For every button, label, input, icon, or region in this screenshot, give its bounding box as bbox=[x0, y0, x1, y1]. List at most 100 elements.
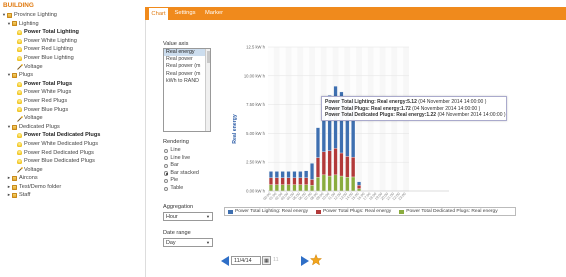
tooltip-line: Power Total Dedicated Plugs: Real energy… bbox=[325, 112, 506, 119]
radio-button[interactable] bbox=[164, 178, 169, 184]
scroll-thumb[interactable] bbox=[207, 51, 210, 63]
tree-node-label: Power Blue Dedicated Plugs bbox=[24, 158, 95, 165]
chart-tooltip: Power Total Lighting: Real energy:5.12 (… bbox=[321, 96, 507, 121]
tree-node-label: Lighting bbox=[19, 20, 39, 27]
tab-settings[interactable]: Settings bbox=[171, 7, 199, 20]
tree-node[interactable]: ▼ Province Lighting bbox=[0, 11, 142, 20]
value-axis-label: Value axis bbox=[163, 41, 189, 47]
radio-button[interactable] bbox=[164, 171, 169, 176]
tree-node[interactable]: Power Red Plugs bbox=[0, 97, 142, 106]
tooltip-line: Power Total Plugs: Real energy:1.72 (04 … bbox=[325, 105, 481, 112]
expand-down-icon[interactable]: ▼ bbox=[7, 71, 11, 80]
tree-node-label: Power Blue Lighting bbox=[24, 54, 74, 61]
tree-node[interactable]: ▼ Dedicated Plugs bbox=[0, 123, 142, 132]
value-axis-option[interactable]: kWh to RAND bbox=[164, 78, 210, 85]
tree-node[interactable]: Power Blue Dedicated Plugs bbox=[0, 157, 142, 166]
bar-segment bbox=[298, 171, 303, 178]
legend-entry[interactable]: Power Total Dedicated Plugs: Real energy bbox=[399, 209, 498, 214]
value-axis-option[interactable]: Real power (m bbox=[164, 71, 210, 78]
radio-button[interactable] bbox=[164, 156, 169, 161]
tree-node[interactable]: Power Total Plugs bbox=[0, 80, 142, 89]
tree-node[interactable]: Voltage bbox=[0, 166, 142, 175]
date-suffix: 11 bbox=[273, 257, 279, 263]
value-axis-option[interactable]: Real power bbox=[164, 56, 210, 63]
voltage-icon bbox=[17, 167, 23, 174]
tab-bar: Chart Settings Marker bbox=[145, 7, 566, 20]
tree-node[interactable]: ► Staff bbox=[0, 191, 142, 200]
rendering-radio[interactable]: Bar stacked bbox=[164, 170, 199, 177]
chevron-down-icon: ▼ bbox=[206, 214, 210, 219]
tree-node-label: Test/Demo folder bbox=[19, 183, 62, 190]
prev-arrow-icon[interactable] bbox=[221, 256, 229, 266]
bulb-icon bbox=[17, 38, 22, 44]
bar-segment bbox=[345, 156, 350, 178]
tree-node[interactable]: Power Red Dedicated Plugs bbox=[0, 149, 142, 158]
bar-segment bbox=[298, 177, 303, 185]
tree-node[interactable]: ► Test/Demo folder bbox=[0, 183, 142, 192]
tab-marker[interactable]: Marker bbox=[201, 7, 227, 20]
tree-node[interactable]: ▼ Lighting bbox=[0, 20, 142, 29]
voltage-icon bbox=[17, 116, 23, 122]
tab-chart[interactable]: Chart bbox=[148, 7, 169, 20]
bar-segment bbox=[280, 171, 285, 178]
tree-node[interactable]: Voltage bbox=[0, 63, 142, 72]
bar-segment bbox=[268, 184, 273, 192]
value-axis-option[interactable]: Real energy bbox=[164, 49, 210, 57]
star-icon[interactable] bbox=[310, 254, 322, 266]
bar-segment bbox=[327, 150, 332, 177]
calendar-icon[interactable]: ▦ bbox=[262, 256, 271, 265]
tree-node[interactable]: Power White Dedicated Plugs bbox=[0, 140, 142, 149]
bulb-icon bbox=[17, 141, 22, 147]
bar-segment bbox=[333, 174, 338, 192]
rendering-radio[interactable]: Table bbox=[164, 185, 183, 192]
radio-button[interactable] bbox=[164, 163, 169, 169]
value-axis-list[interactable]: Real energy Real power Real power (m Real p… bbox=[163, 48, 211, 132]
date-input[interactable]: 11/4/14 bbox=[231, 256, 261, 265]
value-axis-scrollbar[interactable] bbox=[205, 49, 210, 131]
value-axis-option[interactable]: Real power (m bbox=[164, 63, 210, 70]
plot-band bbox=[297, 47, 304, 191]
expand-right-icon[interactable]: ► bbox=[7, 174, 11, 183]
bar-segment bbox=[304, 184, 309, 192]
tree-node[interactable]: Power White Lighting bbox=[0, 37, 142, 46]
expand-down-icon[interactable]: ▼ bbox=[7, 20, 11, 29]
legend-label: Power Total Dedicated Plugs: Real energy bbox=[406, 209, 498, 214]
radio-button[interactable] bbox=[164, 148, 169, 153]
date-navigator: 11/4/14 ▦ 11 bbox=[219, 253, 329, 269]
rendering-radio[interactable]: Line live bbox=[164, 155, 190, 162]
expand-right-icon[interactable]: ► bbox=[7, 191, 11, 200]
folder-icon bbox=[12, 124, 17, 130]
tree-node[interactable]: Power Total Dedicated Plugs bbox=[0, 131, 142, 140]
tree-node-label: Power Red Dedicated Plugs bbox=[24, 149, 94, 156]
tree-node[interactable]: Power Total Lighting bbox=[0, 28, 142, 37]
bar-segment bbox=[268, 177, 273, 185]
bulb-icon bbox=[17, 133, 22, 139]
device-tree: BUILDING ▼ Province Lighting ▼ Lighting Powe… bbox=[0, 0, 142, 277]
plot-band bbox=[268, 47, 274, 191]
tree-node[interactable]: Power Blue Plugs bbox=[0, 106, 142, 115]
date-range-select[interactable]: Day ▼ bbox=[163, 238, 213, 247]
tree-node[interactable]: Power Red Lighting bbox=[0, 45, 142, 54]
folder-icon bbox=[12, 176, 17, 182]
rendering-radio[interactable]: Line bbox=[164, 147, 181, 154]
tree-node[interactable]: Power White Plugs bbox=[0, 88, 142, 97]
rendering-radio[interactable]: Bar bbox=[164, 162, 179, 169]
tree-node[interactable]: ▼ Plugs bbox=[0, 71, 142, 80]
expand-right-icon[interactable]: ► bbox=[7, 183, 11, 192]
tree-node[interactable]: ► Aircons bbox=[0, 174, 142, 183]
expand-down-icon[interactable]: ▼ bbox=[2, 11, 6, 20]
legend-entry[interactable]: Power Total Plugs: Real energy bbox=[316, 209, 391, 214]
y-tick-label: 0.00 kW h bbox=[246, 189, 266, 194]
rendering-radio[interactable]: Pie bbox=[164, 177, 178, 184]
next-arrow-icon[interactable] bbox=[301, 256, 309, 266]
rendering-option-label: Bar stacked bbox=[170, 169, 199, 176]
tree-node[interactable]: Voltage bbox=[0, 114, 142, 123]
expand-down-icon[interactable]: ▼ bbox=[7, 123, 11, 132]
bulb-icon bbox=[17, 29, 22, 35]
tree-node-label: Dedicated Plugs bbox=[19, 123, 60, 130]
radio-button[interactable] bbox=[164, 186, 169, 191]
aggregation-select[interactable]: Hour ▼ bbox=[163, 212, 213, 221]
legend-entry[interactable]: Power Total Lighting: Real energy bbox=[228, 209, 308, 214]
tree-node-label: Power Total Lighting bbox=[24, 29, 79, 36]
tree-node[interactable]: Power Blue Lighting bbox=[0, 54, 142, 63]
